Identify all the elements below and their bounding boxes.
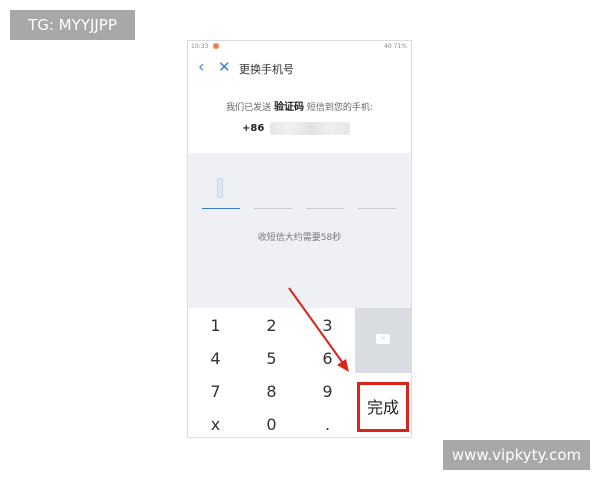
annotation-arrow	[288, 287, 349, 372]
arrow-shaft	[288, 287, 346, 367]
watermark-bottom-right: www.vipkyty.com	[443, 440, 590, 470]
arrow-head-icon	[337, 359, 349, 372]
